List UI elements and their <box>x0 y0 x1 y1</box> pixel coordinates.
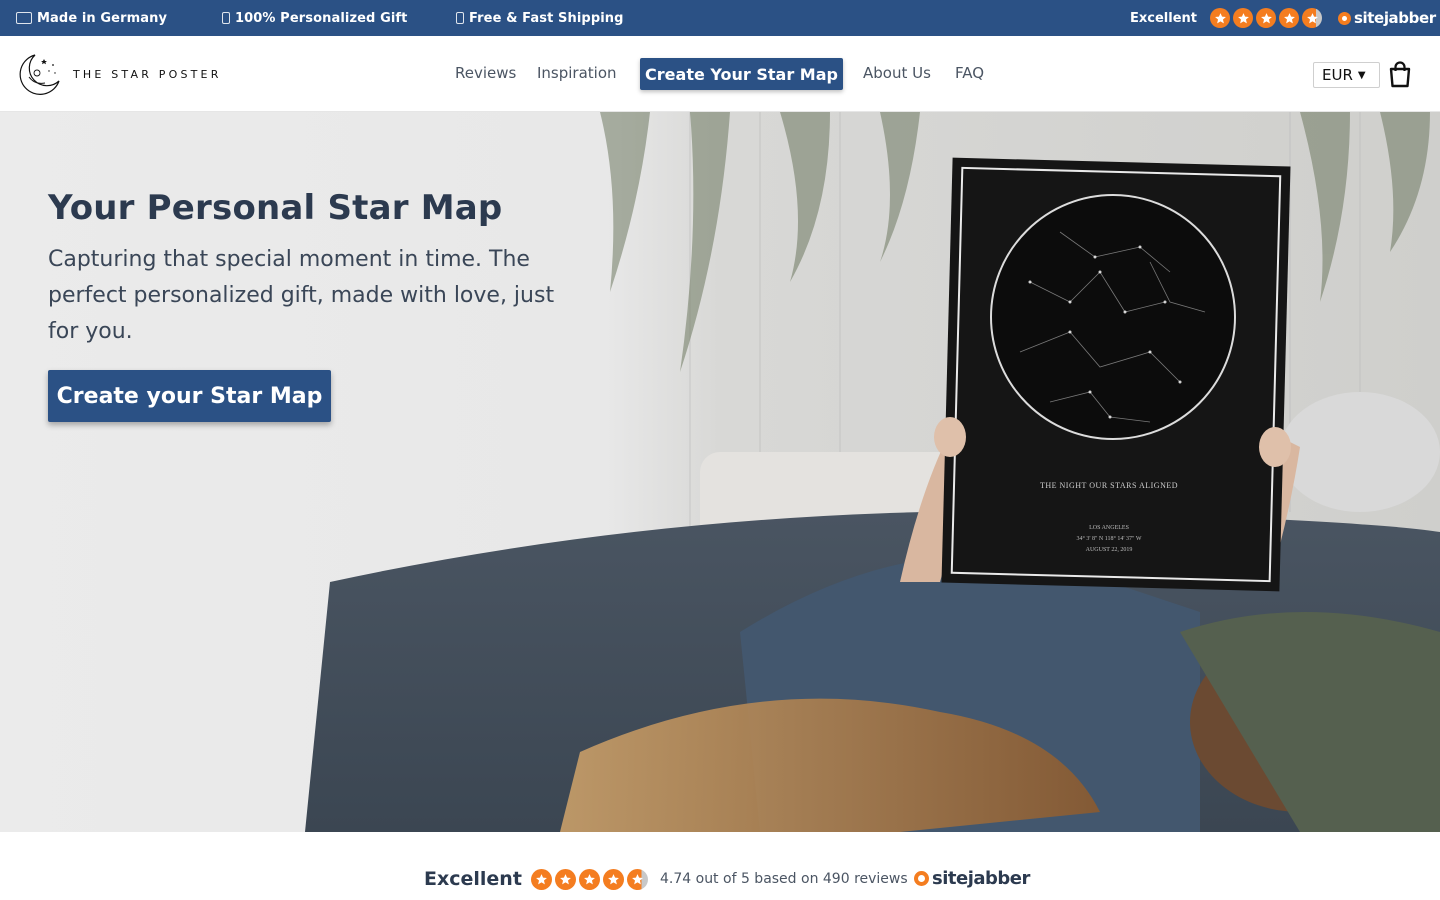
hero-title: Your Personal Star Map <box>48 188 503 228</box>
star-icon <box>1279 8 1299 28</box>
hero-section: THE NIGHT OUR STARS ALIGNED LOS ANGELES … <box>0 112 1440 832</box>
sitejabber-text: sitejabber <box>932 868 1030 889</box>
brand-name: THE STAR POSTER <box>73 67 222 81</box>
truck-icon <box>456 12 464 24</box>
star-icon <box>603 869 624 890</box>
star-icon <box>579 869 600 890</box>
topbar-rating-stars[interactable] <box>1210 8 1322 28</box>
poster-caption: THE NIGHT OUR STARS ALIGNED <box>1040 481 1178 490</box>
sitejabber-logo[interactable]: sitejabber <box>1338 0 1436 36</box>
chevron-down-icon: ▼ <box>1357 69 1366 81</box>
star-icon <box>1256 8 1276 28</box>
star-icon <box>1210 8 1230 28</box>
rating-label: Excellent <box>424 868 522 890</box>
nav-faq[interactable]: FAQ <box>955 64 984 82</box>
gift-icon <box>222 12 230 24</box>
rating-summary: 4.74 out of 5 based on 490 reviews <box>660 871 908 887</box>
moon-logo-icon <box>19 54 60 95</box>
shipping-badge: Free & Fast Shipping <box>456 0 624 36</box>
half-star-icon <box>627 869 648 890</box>
hero-subtitle: Capturing that special moment in time. T… <box>48 247 555 344</box>
half-star-icon <box>1302 8 1322 28</box>
germany-flag-icon <box>16 12 32 24</box>
rating-stars <box>531 869 648 890</box>
nav-inspiration[interactable]: Inspiration <box>537 64 617 82</box>
sitejabber-icon <box>914 871 929 886</box>
shopping-bag-icon[interactable] <box>1386 60 1414 88</box>
nav-about-us[interactable]: About Us <box>863 64 931 82</box>
personalized-gift-badge: 100% Personalized Gift <box>222 0 407 36</box>
nav-create-star-map-button[interactable]: Create Your Star Map <box>640 58 843 90</box>
site-header: THE STAR POSTER Reviews Inspiration Crea… <box>0 36 1440 112</box>
poster-date: AUGUST 22, 2019 <box>1086 547 1133 553</box>
brand-logo[interactable]: THE STAR POSTER <box>15 51 222 97</box>
poster-coordinates: 34° 3' 8" N 118° 14' 37" W <box>1076 535 1141 542</box>
topbar-rating-label[interactable]: Excellent <box>1130 0 1197 36</box>
personalized-gift-label: 100% Personalized Gift <box>235 10 408 26</box>
sitejabber-icon <box>1338 11 1351 25</box>
announcement-bar: Made in Germany 100% Personalized Gift F… <box>0 0 1440 36</box>
made-in-germany-badge: Made in Germany <box>16 0 167 36</box>
sitejabber-link[interactable]: sitejabber <box>914 868 1030 889</box>
made-in-germany-label: Made in Germany <box>37 10 168 26</box>
star-icon <box>531 869 552 890</box>
currency-value: EUR <box>1322 66 1353 84</box>
star-icon <box>1233 8 1253 28</box>
poster-location: LOS ANGELES <box>1089 525 1129 531</box>
currency-select[interactable]: EUR ▼ <box>1313 62 1380 88</box>
rating-strip: Excellent 4.74 out of 5 based on 490 rev… <box>0 832 1440 900</box>
sitejabber-logo-text: sitejabber <box>1354 9 1436 27</box>
shipping-label: Free & Fast Shipping <box>469 10 624 26</box>
star-icon <box>555 869 576 890</box>
create-star-map-button[interactable]: Create your Star Map <box>48 370 331 422</box>
nav-reviews[interactable]: Reviews <box>455 64 516 82</box>
